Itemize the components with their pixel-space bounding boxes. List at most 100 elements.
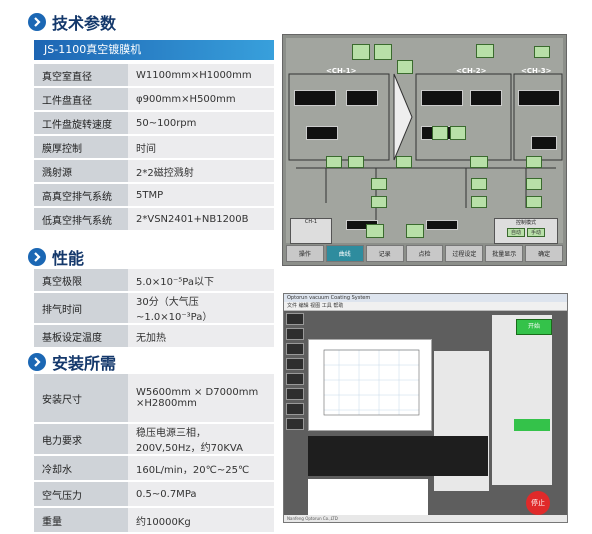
toolbar-button[interactable] [286,418,304,430]
performance-spec-table: 真空极限 5.0×10⁻⁵Pa以下 排气时间 30分（大气压~1.0×10⁻³Pa）基… [34,267,274,349]
panel-tab[interactable]: 操作 [286,245,324,262]
window-content: 开始 停止 [284,311,567,517]
spec-value: 2*2磁控溅射 [128,160,274,182]
piping-diagram [288,73,563,228]
spec-value: 时间 [128,136,274,158]
toolbar-button[interactable] [286,373,304,385]
pump-button[interactable] [471,196,487,208]
spec-row: 排气时间 30分（大气压~1.0×10⁻³Pa） [34,293,274,323]
spec-value: 50~100rpm [128,112,274,134]
panel-tab[interactable]: 批量显示 [485,245,524,262]
valve-button[interactable] [374,44,392,60]
valve-button[interactable] [432,126,448,140]
valve-button[interactable] [470,156,488,168]
pressure-display [346,90,378,106]
section-title-install: 安装所需 [28,350,116,374]
pressure-display [518,90,560,106]
panel-tab[interactable]: 过程设定 [445,245,484,262]
pump-button[interactable] [366,224,384,238]
spec-value: 2*VSN2401+NB1200B [128,208,274,230]
toolbar-button[interactable] [286,313,304,325]
tech-spec-table: 真空室直径 W1100mm×H1000mm 工件盘直径 φ900mm×H500mm 工件… [34,62,274,232]
spec-label: 溅射源 [34,160,128,182]
status-indicator [514,419,550,431]
toolbar-button[interactable] [286,403,304,415]
spec-row: 溅射源 2*2磁控溅射 [34,160,274,182]
arrow-right-icon [28,353,46,371]
spec-value: W5600mm × D7000mm ×H2800mm [128,374,274,422]
pump-button[interactable] [406,224,424,238]
spec-value: 0.5~0.7MPa [128,482,274,506]
message-panel [308,479,428,517]
spec-label: 重量 [34,508,128,532]
valve-button[interactable] [396,156,412,168]
menu-bar: 文件 编辑 视图 工具 帮助 [284,302,567,311]
step-list [492,315,552,485]
control-mode-box: 控制模式 自动 手动 [494,218,558,244]
panel-tab[interactable]: 确定 [525,245,564,262]
window-title: Optorun vacuum Coating System [284,294,567,302]
toolbar-button[interactable] [286,343,304,355]
pump-button[interactable] [371,196,387,208]
pump-button[interactable] [471,178,487,190]
pump-button[interactable] [526,196,542,208]
panel-tab[interactable]: 曲线 [325,245,364,262]
valve-button[interactable] [450,126,466,140]
pump-button[interactable] [371,178,387,190]
spec-label: 高真空排气系统 [34,184,128,206]
spec-row: 低真空排气系统 2*VSN2401+NB1200B [34,208,274,230]
pressure-display [531,136,557,150]
section-title-text: 性能 [52,249,85,268]
valve-button[interactable] [476,44,494,58]
software-window-screenshot: Optorun vacuum Coating System 文件 编辑 视图 工… [283,293,568,523]
start-button[interactable]: 开始 [516,319,552,335]
spec-row: 安装尺寸 W5600mm × D7000mm ×H2800mm [34,374,274,422]
valve-button[interactable] [352,44,370,60]
section-title-text: 安装所需 [52,354,117,373]
spec-row: 空气压力 0.5~0.7MPa [34,482,274,506]
log-panel [308,436,488,476]
arrow-right-icon [28,13,46,31]
left-toolbar [286,313,304,493]
spec-value-line: W5600mm × D7000mm [136,387,259,398]
valve-button[interactable] [348,156,364,168]
trend-graph [308,339,432,431]
pressure-display [294,90,336,106]
install-spec-table: 安装尺寸 W5600mm × D7000mm ×H2800mm 电力要求 稳压电源三相，… [34,372,274,534]
spec-label: 真空极限 [34,269,128,291]
pressure-display [421,90,463,106]
panel-tab[interactable]: 记录 [365,245,404,262]
spec-row: 高真空排气系统 5TMP [34,184,274,206]
pressure-display [306,126,338,140]
spec-row: 真空室直径 W1100mm×H1000mm [34,64,274,86]
spec-row: 基板设定温度 无加热 [34,325,274,347]
status-bar: Nanfeng Optorun Co.,LTD [284,515,567,522]
spec-value: 无加热 [128,325,274,347]
panel-tab[interactable]: 点检 [405,245,444,262]
toolbar-button[interactable] [286,328,304,340]
stop-button[interactable]: 停止 [526,491,550,515]
spec-value: 160L/min，20℃~25℃ [128,456,274,480]
toolbar-button[interactable] [286,388,304,400]
valve-button[interactable] [397,60,413,74]
spec-value: φ900mm×H500mm [128,88,274,110]
graph-grid [323,349,420,416]
spec-row: 电力要求 稳压电源三相，200V,50Hz，约70KVA [34,424,274,454]
pump-button[interactable] [526,178,542,190]
pressure-display [470,90,502,106]
valve-button[interactable] [326,156,342,168]
vent-button[interactable] [534,46,550,58]
spec-label: 安装尺寸 [34,374,128,422]
auto-mode-button[interactable]: 自动 [506,228,525,237]
toolbar-button[interactable] [286,358,304,370]
spec-row: 工件盘旋转速度 50~100rpm [34,112,274,134]
spec-label: 工件盘直径 [34,88,128,110]
spec-row: 真空极限 5.0×10⁻⁵Pa以下 [34,269,274,291]
spec-label: 真空室直径 [34,64,128,86]
valve-button[interactable] [526,156,542,168]
manual-mode-button[interactable]: 手动 [527,228,546,237]
spec-label: 电力要求 [34,424,128,454]
spec-value: W1100mm×H1000mm [128,64,274,86]
spec-label: 基板设定温度 [34,325,128,347]
spec-value: 30分（大气压~1.0×10⁻³Pa） [128,293,274,323]
